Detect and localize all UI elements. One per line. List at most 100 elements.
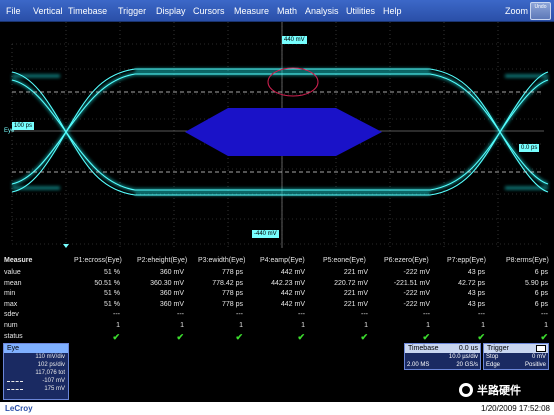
menu-utilities[interactable]: Utilities — [346, 6, 375, 16]
trigger-edge-icon — [536, 345, 546, 352]
column-header[interactable]: P4:eamp(Eye) — [260, 257, 305, 264]
measure-cell: 778 ps — [221, 269, 243, 276]
measure-cell: 6 ps — [534, 300, 548, 308]
menu-math[interactable]: Math — [277, 6, 297, 16]
menu-trigger[interactable]: Trigger — [118, 6, 146, 16]
measure-cell: 43 ps — [467, 300, 485, 308]
status-footer: LeCroy 1/20/2009 17:52:08 — [0, 402, 554, 415]
measure-cell: 221 mV — [343, 300, 368, 308]
timebase-title: Timebase 0.0 us — [405, 344, 480, 353]
eye-diagram — [11, 22, 549, 248]
row-label-mean: mean — [4, 279, 22, 287]
column-header[interactable]: P7:epp(Eye) — [447, 257, 486, 264]
measure-cell: 220.72 mV — [334, 279, 368, 287]
menu-bar: File Vertical Timebase Trigger Display C… — [0, 0, 554, 22]
column-header[interactable]: P2:eheight(Eye) — [137, 257, 187, 264]
cursor-bottom-label[interactable]: -440 mV — [252, 230, 279, 238]
measure-cell: 1 — [544, 322, 548, 329]
measure-cell: 221 mV — [343, 269, 368, 276]
trigger-marker[interactable] — [63, 244, 69, 248]
measure-cell: 51 % — [104, 300, 120, 308]
undo-label: Undo — [534, 4, 547, 10]
status-check-icon: ✔ — [176, 331, 184, 342]
measure-cell: --- — [177, 311, 184, 319]
status-check-icon: ✔ — [360, 331, 368, 342]
row-label-max: max — [4, 300, 18, 308]
date-time: 1/20/2009 17:52:08 — [481, 404, 550, 413]
measure-cell: 778 ps — [221, 290, 243, 298]
measure-cell: 778 ps — [221, 300, 243, 308]
row-label-status: status — [4, 332, 23, 340]
measure-cell: 1 — [239, 322, 243, 329]
measure-cell: --- — [423, 311, 430, 319]
status-check-icon: ✔ — [477, 331, 485, 342]
menu-analysis[interactable]: Analysis — [305, 6, 339, 16]
measure-cell: 1 — [301, 322, 305, 329]
row-label-min: min — [4, 290, 16, 298]
measure-title: Measure — [4, 257, 33, 264]
measure-cell: --- — [298, 311, 305, 319]
measure-cell: 360.30 mV — [150, 279, 184, 287]
menu-help[interactable]: Help — [383, 6, 402, 16]
timebase-tdiv-row: 10.0 µs/div — [448, 354, 478, 360]
timebase-delay: 0.0 us — [458, 345, 478, 352]
status-check-icon: ✔ — [235, 331, 243, 342]
measure-cell: -222 mV — [403, 269, 430, 276]
waveform-display[interactable]: 440 mV -440 mV 100 ps 0.0 ps Eye — [0, 22, 554, 248]
cursor-top-label[interactable]: 440 mV — [282, 36, 307, 44]
watermark: 半路硬件 — [459, 382, 521, 398]
measure-cell: --- — [113, 311, 120, 319]
channel-marker[interactable]: Eye — [2, 127, 16, 135]
measure-cell: -222 mV — [403, 290, 430, 298]
trigger-mode-row: Stop 0 mV — [486, 354, 546, 360]
column-header[interactable]: P5:eone(Eye) — [323, 257, 366, 264]
row-label-value: value — [4, 269, 21, 276]
status-check-icon: ✔ — [422, 331, 430, 342]
status-check-icon: ✔ — [540, 331, 548, 342]
measure-cell: 442 mV — [280, 300, 305, 308]
eye-mask — [185, 108, 382, 156]
column-header[interactable]: P8:erms(Eye) — [506, 257, 549, 264]
menu-cursors[interactable]: Cursors — [193, 6, 225, 16]
column-header[interactable]: P3:ewidth(Eye) — [198, 257, 245, 264]
menu-measure[interactable]: Measure — [234, 6, 269, 16]
row-label-num: num — [4, 322, 18, 329]
measure-cell: 360 mV — [159, 269, 184, 276]
timebase-descriptor[interactable]: Timebase 0.0 us 10.0 µs/div 2.00 MS 20 GS/… — [404, 343, 481, 370]
trigger-title: Trigger — [484, 344, 548, 353]
menu-timebase[interactable]: Timebase — [68, 6, 107, 16]
menu-display[interactable]: Display — [156, 6, 186, 16]
measure-cell: --- — [478, 311, 485, 319]
eye-level-low: -107 mV — [4, 377, 68, 385]
measure-cell: 221 mV — [343, 290, 368, 298]
brand-logo: LeCroy — [5, 404, 33, 413]
measure-cell: 1 — [481, 322, 485, 329]
measure-cell: 442 mV — [280, 290, 305, 298]
zoom-button[interactable]: Zoom — [505, 6, 528, 16]
menu-file[interactable]: File — [6, 6, 21, 16]
measure-cell: --- — [541, 311, 548, 319]
measure-cell: 1 — [180, 322, 184, 329]
wechat-icon — [459, 383, 473, 397]
row-label-sdev: sdev — [4, 311, 19, 319]
measure-cell: 50.51 % — [94, 279, 120, 287]
right-time-label[interactable]: 0.0 ps — [519, 144, 540, 152]
menu-vertical[interactable]: Vertical — [33, 6, 63, 16]
column-header[interactable]: P6:ezero(Eye) — [384, 257, 429, 264]
timebase-samples-row: 2.00 MS 20 GS/s — [407, 362, 478, 368]
measure-cell: 51 % — [104, 269, 120, 276]
measure-cell: 360 mV — [159, 300, 184, 308]
measure-cell: --- — [236, 311, 243, 319]
trigger-type-row: Edge Positive — [486, 362, 546, 368]
measure-cell: 6 ps — [534, 269, 548, 276]
measure-cell: 442 mV — [280, 269, 305, 276]
measure-cell: 1 — [426, 322, 430, 329]
measure-cell: -221.51 mV — [393, 279, 430, 287]
measure-cell: 1 — [116, 322, 120, 329]
trigger-descriptor[interactable]: Trigger Stop 0 mV Edge Positive — [483, 343, 549, 370]
eye-level-high: 175 mV — [4, 385, 68, 393]
column-header[interactable]: P1:ecross(Eye) — [74, 257, 122, 264]
eye-trace-descriptor[interactable]: Eye 110 mV/div 102 ps/div 117,076 tot -1… — [3, 343, 69, 400]
undo-button[interactable]: Undo — [530, 2, 551, 20]
eye-total: 117,076 tot — [35, 370, 65, 376]
